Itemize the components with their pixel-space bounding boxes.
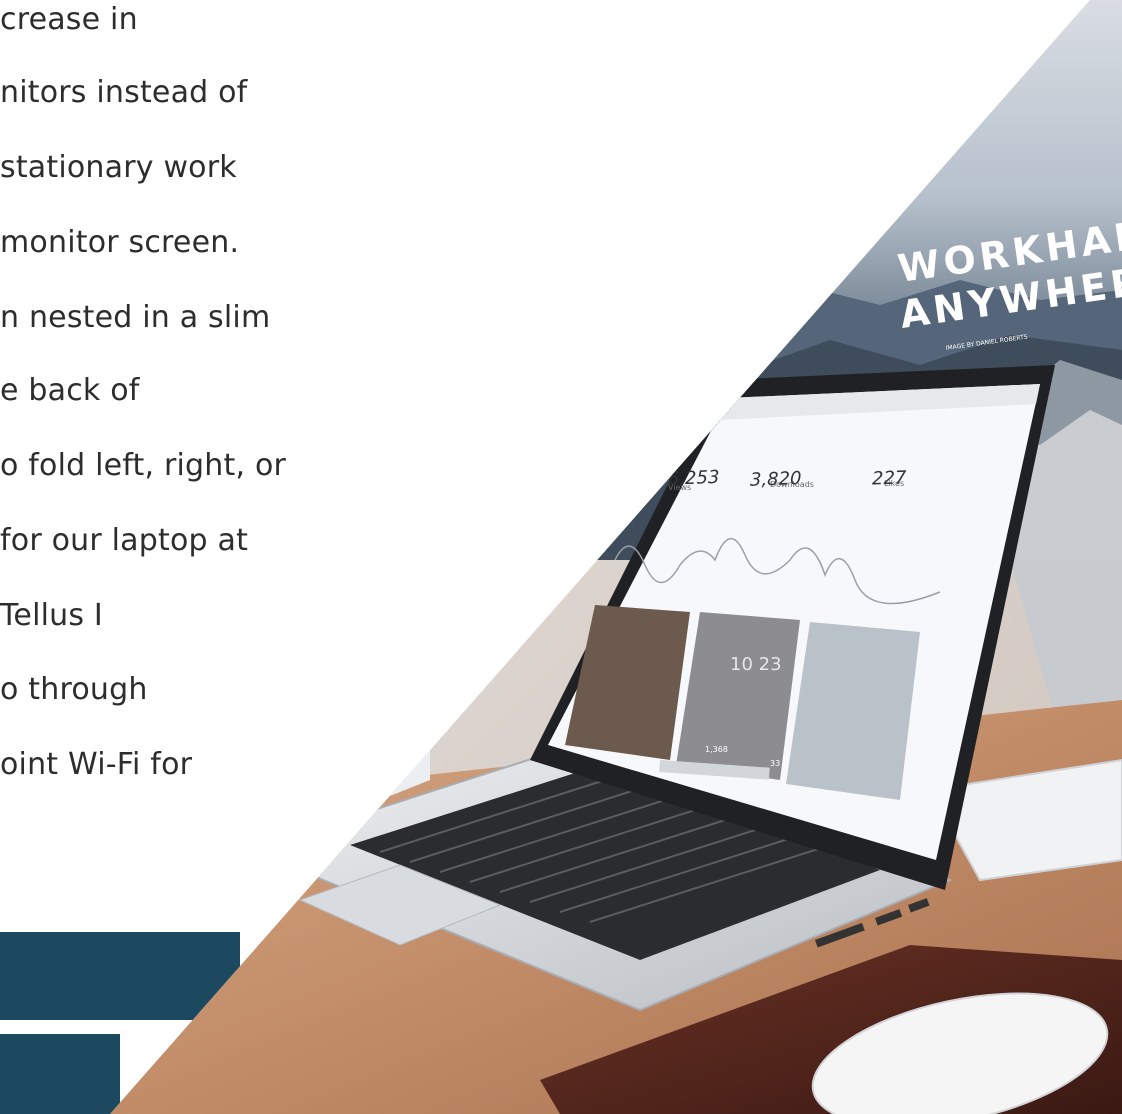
tile-count-3: 33 [770,759,780,768]
desk-object [380,680,430,800]
tile-count-2: 10 23 [730,654,782,675]
stat-views-value: 206,253 [645,467,719,491]
tile-count-1: 1,368 [705,745,728,754]
stat-likes-value: 227 [872,467,907,489]
desk-photo: WORKHARD ANYWHERE IMAGE BY DANIEL ROBERT… [110,0,1122,1114]
stat-downloads-value: 3,820 [750,468,802,491]
